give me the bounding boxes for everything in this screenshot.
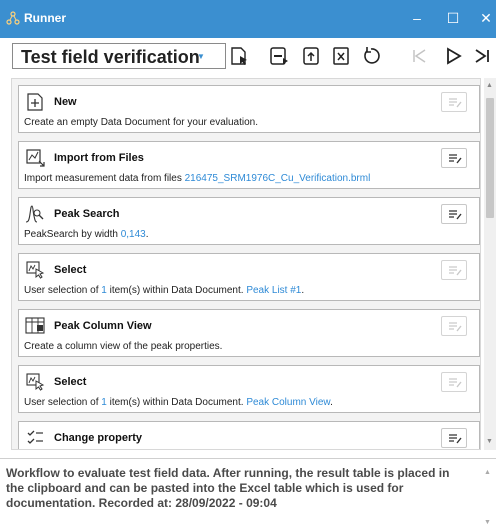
step-description: User selection of 1 item(s) within Data …: [24, 397, 333, 408]
new-document-icon: [24, 92, 46, 112]
scrollbar-thumb[interactable]: [486, 98, 494, 218]
edit-step-button[interactable]: [441, 372, 467, 392]
step-title: Peak Search: [54, 208, 120, 220]
edit-step-button[interactable]: [441, 148, 467, 168]
step-card[interactable]: Select User selection of 1 item(s) withi…: [18, 253, 480, 301]
step-back-icon[interactable]: [408, 45, 430, 67]
runner-nodes-icon: [6, 11, 20, 25]
step-title: Peak Column View: [54, 320, 152, 332]
change-property-icon: [24, 428, 46, 448]
edit-step-button[interactable]: [441, 92, 467, 112]
chevron-down-icon: ▼: [197, 52, 205, 61]
param-link[interactable]: Peak List #1: [246, 285, 301, 296]
save-run-icon[interactable]: [268, 45, 290, 67]
step-title: Change property: [54, 432, 143, 444]
workflow-dropdown[interactable]: Test field verification ▼: [12, 43, 226, 69]
open-cursor-icon[interactable]: [228, 45, 250, 67]
param-link[interactable]: Peak Column View: [246, 397, 330, 408]
step-title: New: [54, 96, 77, 108]
step-description: Import measurement data from files 21647…: [24, 173, 371, 184]
step-description: Create an empty Data Document for your e…: [24, 117, 259, 128]
scroll-down-icon[interactable]: ▼: [486, 438, 493, 445]
edit-step-button[interactable]: [441, 316, 467, 336]
step-description: Create a column view of the peak propert…: [24, 341, 223, 352]
select-cursor-icon: [24, 260, 46, 280]
minimize-button[interactable]: –: [407, 9, 427, 27]
scroll-down-icon[interactable]: ▼: [484, 519, 491, 526]
step-description: PeakSearch by width 0,143.: [24, 229, 149, 240]
edit-step-button[interactable]: [441, 260, 467, 280]
step-card[interactable]: Import from Files Import measurement dat…: [18, 141, 480, 189]
scroll-up-icon[interactable]: ▲: [486, 82, 493, 89]
delete-icon[interactable]: [330, 45, 352, 67]
edit-step-button[interactable]: [441, 204, 467, 224]
step-title: Import from Files: [54, 152, 144, 164]
import-chart-icon: [24, 148, 46, 168]
maximize-button[interactable]: ☐: [443, 9, 463, 27]
toolbar: Test field verification ▼: [0, 38, 496, 78]
step-card[interactable]: Select User selection of 1 item(s) withi…: [18, 365, 480, 413]
step-title: Select: [54, 264, 87, 276]
peak-search-icon: [24, 204, 46, 224]
step-forward-icon[interactable]: [472, 45, 494, 67]
step-card[interactable]: Change property: [18, 421, 480, 449]
window-title: Runner: [24, 11, 66, 25]
close-button[interactable]: ✕: [476, 9, 496, 27]
step-title: Select: [54, 376, 87, 388]
title-bar: Runner – ☐ ✕: [0, 0, 496, 38]
edit-step-button[interactable]: [441, 428, 467, 448]
workflow-name: Test field verification: [21, 47, 200, 67]
scroll-up-icon[interactable]: ▲: [484, 469, 491, 476]
export-icon[interactable]: [300, 45, 322, 67]
select-cursor-icon: [24, 372, 46, 392]
step-card[interactable]: Peak Column View Create a column view of…: [18, 309, 480, 357]
workflow-description-panel: Workflow to evaluate test field data. Af…: [0, 458, 496, 531]
step-description: User selection of 1 item(s) within Data …: [24, 285, 305, 296]
reset-icon[interactable]: [360, 45, 382, 67]
run-icon[interactable]: [442, 45, 464, 67]
step-card[interactable]: Peak Search PeakSearch by width 0,143.: [18, 197, 480, 245]
workflow-description: Workflow to evaluate test field data. Af…: [6, 466, 450, 510]
step-card[interactable]: New Create an empty Data Document for yo…: [18, 85, 480, 133]
param-link[interactable]: 0,143: [121, 229, 146, 240]
column-view-icon: [24, 316, 46, 336]
steps-scrollbar[interactable]: ▲ ▼: [484, 78, 496, 450]
workflow-steps-list: New Create an empty Data Document for yo…: [11, 78, 481, 450]
file-link[interactable]: 216475_SRM1976C_Cu_Verification.brml: [185, 173, 371, 184]
